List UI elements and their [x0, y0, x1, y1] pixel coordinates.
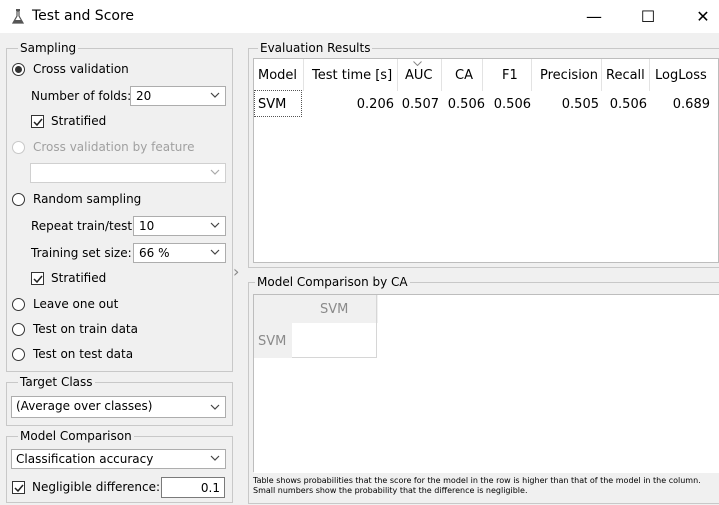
test-on-train-radio[interactable]: [12, 323, 25, 336]
check-icon: [32, 118, 43, 126]
repeat-label: Repeat train/test:: [31, 219, 137, 233]
col-header-precision[interactable]: Precision: [540, 68, 598, 84]
cv-by-feature-label[interactable]: Cross validation by feature: [33, 140, 194, 154]
row-f1: 0.506: [493, 97, 531, 112]
repeat-select[interactable]: 10: [133, 216, 226, 236]
negligible-checkbox[interactable]: [12, 481, 25, 494]
folds-label: Number of folds:: [31, 89, 132, 103]
row-logloss: 0.689: [672, 97, 710, 112]
splitter-arrow-icon[interactable]: ›: [233, 262, 239, 281]
sampling-title: Sampling: [18, 41, 79, 55]
chevron-down-icon: [210, 404, 220, 410]
repeat-value: 10: [139, 219, 155, 233]
comparison-note-2: Small numbers show the probability that …: [253, 486, 528, 495]
cv-by-feature-radio[interactable]: [12, 141, 25, 154]
close-button[interactable]: ✕: [680, 0, 719, 33]
check-icon: [32, 275, 43, 283]
train-size-select[interactable]: 66 %: [133, 243, 226, 263]
negligible-value: 0.1: [200, 481, 220, 495]
col-header-test-time[interactable]: Test time [s]: [312, 68, 392, 84]
row-precision: 0.505: [561, 97, 599, 112]
col-header-ca[interactable]: CA: [455, 68, 473, 84]
col-header-auc[interactable]: AUC: [405, 68, 433, 84]
col-header-f1[interactable]: F1: [502, 68, 518, 84]
comparison-note-1: Table shows probabilities that the score…: [253, 476, 701, 485]
target-class-value: (Average over classes): [16, 399, 153, 413]
row-test-time: 0.206: [356, 97, 394, 112]
chevron-down-icon: [210, 249, 220, 255]
chevron-down-icon: [210, 169, 220, 175]
chevron-down-icon: [210, 222, 220, 228]
test-on-test-radio[interactable]: [12, 348, 25, 361]
folds-value: 20: [136, 89, 152, 103]
target-class-title: Target Class: [18, 375, 95, 389]
stratified-label-2[interactable]: Stratified: [51, 271, 106, 285]
col-header-model[interactable]: Model: [258, 68, 297, 84]
sort-indicator-icon: [413, 61, 422, 66]
cross-validation-label[interactable]: Cross validation: [33, 62, 129, 76]
col-header-logloss[interactable]: LogLoss: [655, 68, 707, 84]
minimize-button[interactable]: —: [571, 0, 617, 33]
cross-validation-radio[interactable]: [12, 63, 25, 76]
leave-one-out-label[interactable]: Leave one out: [33, 297, 118, 311]
evaluation-title: Evaluation Results: [258, 41, 373, 55]
stratified-checkbox-2[interactable]: [31, 272, 44, 285]
feature-select[interactable]: [30, 163, 226, 183]
leave-one-out-radio[interactable]: [12, 298, 25, 311]
folds-select[interactable]: 20: [130, 86, 226, 106]
random-sampling-label[interactable]: Random sampling: [33, 192, 141, 206]
chevron-down-icon: [210, 455, 220, 461]
metric-select[interactable]: Classification accuracy: [11, 449, 226, 469]
random-sampling-radio[interactable]: [12, 193, 25, 206]
comparison-title: Model Comparison by CA: [255, 275, 410, 289]
train-size-label: Training set size:: [31, 246, 132, 260]
table-row-model-cell[interactable]: SVM: [254, 90, 302, 117]
stratified-checkbox-1[interactable]: [31, 115, 44, 128]
target-class-select[interactable]: (Average over classes): [11, 396, 226, 418]
row-ca: 0.506: [447, 97, 485, 112]
metric-value: Classification accuracy: [16, 452, 154, 466]
maximize-button[interactable]: ☐: [625, 0, 671, 33]
window-title: Test and Score: [32, 8, 135, 24]
chevron-down-icon: [210, 92, 220, 98]
comparison-cell: [292, 323, 377, 358]
title-bar: Test and Score — ☐ ✕: [0, 0, 719, 33]
model-comparison-title: Model Comparison: [18, 429, 134, 443]
comparison-row-header: SVM: [258, 334, 287, 349]
comparison-table: [253, 294, 719, 473]
row-recall: 0.506: [609, 97, 647, 112]
negligible-input[interactable]: 0.1: [161, 477, 225, 498]
row-model-name: SVM: [258, 97, 287, 112]
row-auc: 0.507: [401, 97, 439, 112]
col-header-recall[interactable]: Recall: [606, 68, 645, 84]
stratified-label-1[interactable]: Stratified: [51, 114, 106, 128]
train-size-value: 66 %: [139, 246, 170, 260]
check-icon: [13, 484, 24, 492]
test-on-train-label[interactable]: Test on train data: [33, 322, 138, 336]
negligible-label[interactable]: Negligible difference:: [32, 480, 160, 494]
comparison-col-header: SVM: [320, 302, 349, 317]
test-on-test-label[interactable]: Test on test data: [33, 347, 133, 361]
flask-icon: [12, 9, 24, 24]
